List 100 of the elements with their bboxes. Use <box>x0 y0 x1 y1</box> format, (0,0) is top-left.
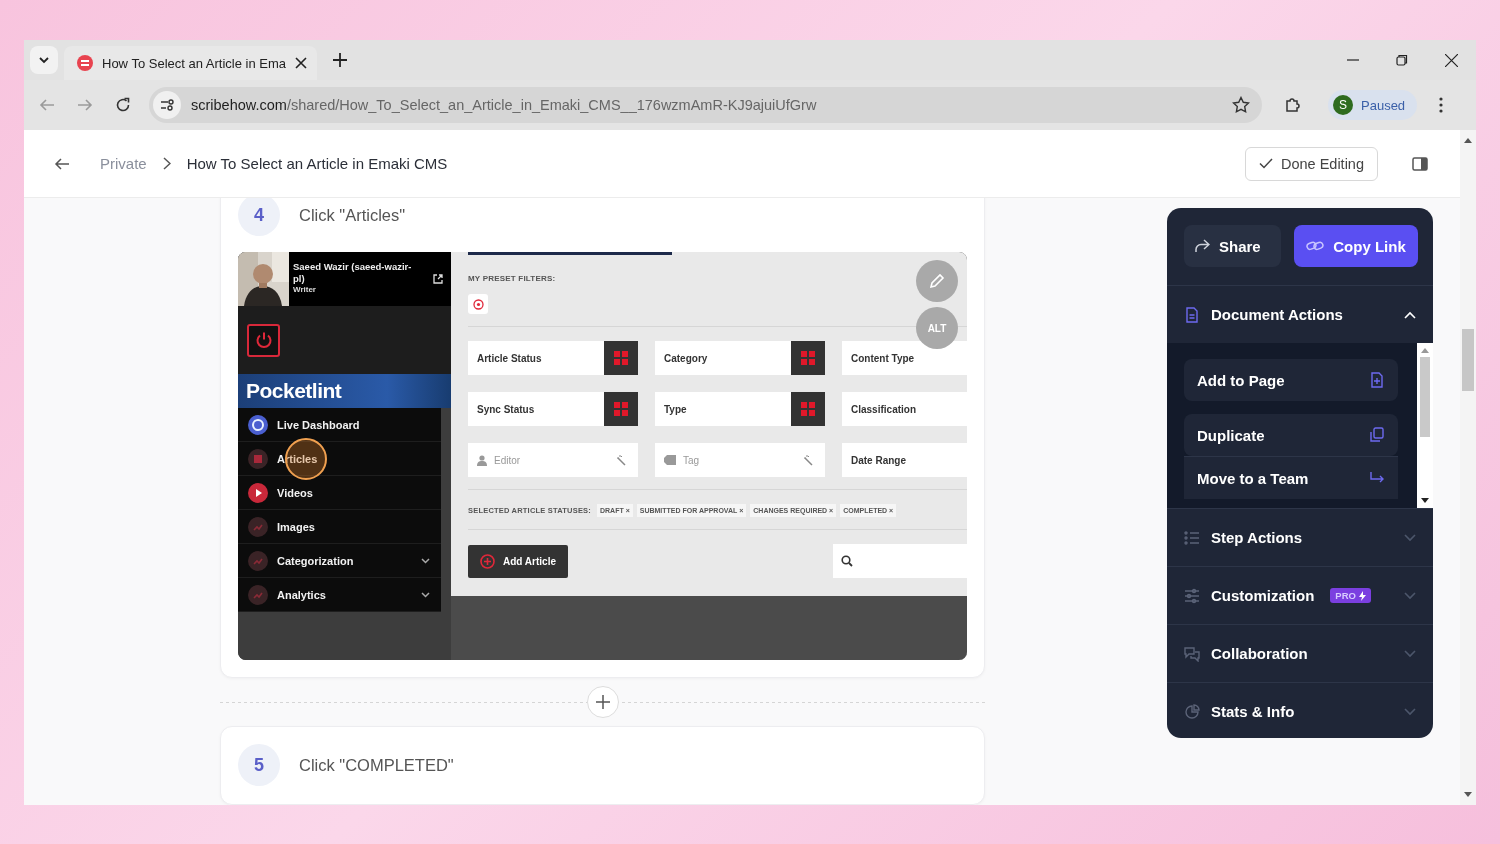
action-icon <box>1369 427 1385 443</box>
chevron-down-icon <box>1404 707 1416 716</box>
grid-icon[interactable] <box>604 392 638 426</box>
section-header[interactable]: Step Actions <box>1167 509 1433 566</box>
filter-select[interactable]: Classification <box>842 392 967 426</box>
chevron-down-icon <box>421 557 430 564</box>
nav-icon <box>248 482 268 503</box>
action-item[interactable]: Move to a Team <box>1184 456 1398 499</box>
address-bar[interactable]: scribehow.com/shared/How_To_Select_an_Article_in_Emaki_CMS__176wzmAmR-KJ9ajuiUfGrw <box>149 87 1262 123</box>
sidebar-toggle-icon[interactable] <box>1412 156 1428 171</box>
filter-select[interactable]: Category <box>655 341 825 375</box>
filter-select[interactable]: Article Status <box>468 341 638 375</box>
tag-icon <box>664 455 676 465</box>
nav-item[interactable]: Analytics <box>238 578 441 612</box>
nav-icon <box>248 516 268 537</box>
filter-select[interactable]: Sync Status <box>468 392 638 426</box>
share-button[interactable]: Share <box>1184 225 1281 267</box>
presets-label: MY PRESET FILTERS: <box>468 274 557 283</box>
scrollbar[interactable] <box>1460 130 1476 805</box>
person-icon <box>477 454 487 466</box>
extensions-icon[interactable] <box>1284 96 1302 114</box>
done-editing-button[interactable]: Done Editing <box>1244 146 1378 181</box>
scrollbar-thumb[interactable] <box>1462 329 1474 391</box>
wand-icon <box>804 454 815 466</box>
step-title: Click "Articles" <box>299 205 406 225</box>
scroll-up-icon[interactable] <box>1421 348 1429 353</box>
action-item[interactable]: Duplicate <box>1184 414 1398 456</box>
chevron-down-icon <box>1404 533 1416 542</box>
nav-item[interactable]: Images <box>238 510 441 544</box>
user-name: Saeed Wazir (saeed-wazir-pl) <box>293 261 413 285</box>
reload-icon[interactable] <box>115 97 131 113</box>
page-title: How To Select an Article in Emaki CMS <box>186 155 448 172</box>
profile-button[interactable]: S Paused <box>1328 90 1418 120</box>
nav-icon <box>248 448 268 469</box>
restore-icon[interactable] <box>1396 54 1408 66</box>
chevron-up-icon <box>1404 310 1416 319</box>
check-icon <box>1258 158 1273 169</box>
plus-icon <box>594 694 611 710</box>
section-icon <box>1184 703 1200 720</box>
plus-circle-icon <box>480 553 495 569</box>
nav-icon <box>248 550 268 571</box>
link-icon <box>1306 239 1325 253</box>
step-number: 4 <box>238 198 280 236</box>
section-header[interactable]: Document Actions <box>1167 286 1433 343</box>
chevron-down-icon <box>421 591 430 598</box>
action-icon <box>1369 372 1385 388</box>
pencil-icon <box>928 272 946 290</box>
grid-icon[interactable] <box>791 392 825 426</box>
nav-item[interactable]: Live Dashboard <box>238 408 441 442</box>
share-icon <box>1194 239 1210 253</box>
scroll-up-icon[interactable] <box>1464 138 1472 143</box>
nav-item[interactable]: Videos <box>238 476 441 510</box>
copy-link-button[interactable]: Copy Link <box>1294 225 1418 267</box>
chevron-down-icon <box>1404 591 1416 600</box>
back-icon[interactable] <box>54 156 70 171</box>
wand-icon <box>617 454 628 466</box>
user-role: Writer <box>293 285 317 294</box>
bookmark-star-icon[interactable] <box>1232 96 1250 114</box>
external-link-icon[interactable] <box>433 274 443 284</box>
menu-icon[interactable] <box>1439 97 1444 113</box>
scrollbar[interactable] <box>1417 343 1433 508</box>
chevron-down-icon <box>38 54 50 66</box>
section-icon <box>1184 587 1200 604</box>
section-icon <box>1184 306 1200 323</box>
add-article-button[interactable]: Add Article <box>468 544 568 578</box>
section-icon <box>1184 529 1200 546</box>
scroll-down-icon[interactable] <box>1464 792 1472 797</box>
add-step-button[interactable] <box>586 686 619 718</box>
brand-logo: Pocketlint <box>246 379 342 403</box>
filter-select[interactable]: Type <box>655 392 825 426</box>
action-item[interactable]: Add to Page <box>1184 359 1398 401</box>
section-icon <box>1184 645 1200 662</box>
pro-badge: PRO <box>1330 588 1371 603</box>
section-header[interactable]: Customization PRO <box>1167 567 1433 624</box>
grid-icon[interactable] <box>604 341 638 375</box>
add-preset-button[interactable] <box>468 294 488 314</box>
tab-search-button[interactable] <box>30 46 58 74</box>
close-icon[interactable] <box>1445 53 1458 67</box>
favicon-icon <box>77 55 93 71</box>
filter-select[interactable]: Date Range <box>842 443 967 477</box>
new-tab-icon[interactable] <box>333 53 347 67</box>
target-icon <box>472 298 484 310</box>
scrollbar-thumb[interactable] <box>1420 357 1430 437</box>
section-header[interactable]: Stats & Info <box>1167 683 1433 738</box>
power-icon <box>254 331 273 349</box>
search-icon <box>841 555 853 567</box>
step-title: Click "COMPLETED" <box>299 755 454 775</box>
section-header[interactable]: Collaboration <box>1167 625 1433 682</box>
url-text: scribehow.com/shared/How_To_Select_an_Article_in_Emaki_CMS__176wzmAmR-KJ9ajuiUfGrw <box>191 97 817 113</box>
scroll-down-icon[interactable] <box>1421 498 1429 503</box>
grid-icon[interactable] <box>791 341 825 375</box>
site-info-icon[interactable] <box>153 91 181 119</box>
browser-tab[interactable]: How To Select an Article in Ema <box>64 46 317 80</box>
nav-icon <box>248 584 268 605</box>
search-field[interactable] <box>833 544 967 578</box>
filter-select[interactable]: Content Type <box>842 341 967 375</box>
nav-item[interactable]: Categorization <box>238 544 441 578</box>
nav-icon <box>248 414 268 435</box>
close-icon[interactable] <box>295 57 307 69</box>
power-button[interactable] <box>247 323 280 357</box>
